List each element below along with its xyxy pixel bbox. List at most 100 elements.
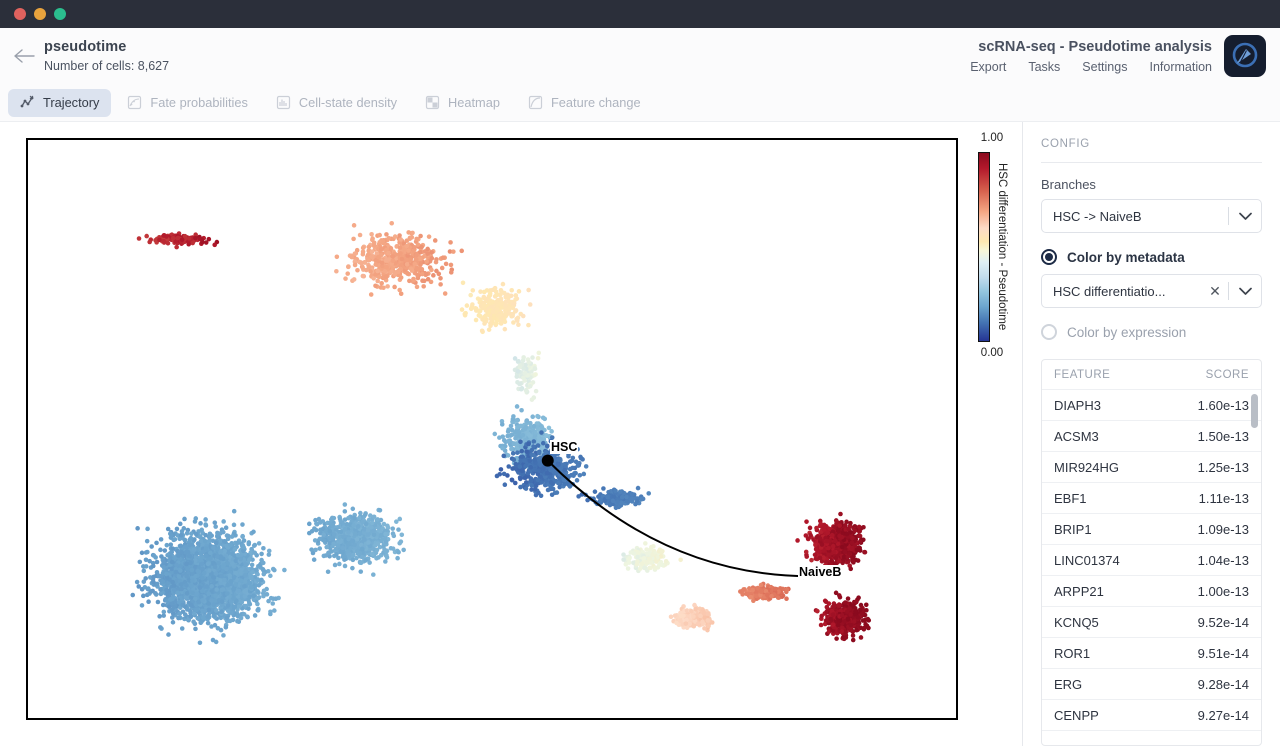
feature-score: 1.60e-13 — [1198, 398, 1249, 413]
scatter-canvas — [28, 140, 956, 720]
tab-feature-change-label: Feature change — [551, 95, 641, 110]
colorbar-max-label: 1.00 — [970, 132, 1014, 144]
tab-trajectory-label: Trajectory — [43, 95, 99, 110]
header-nav: Export Tasks Settings Information — [970, 60, 1212, 74]
table-row[interactable]: BRIP11.09e-13 — [1042, 514, 1261, 545]
feature-name: LINC01374 — [1054, 553, 1198, 568]
plot-pane: HSC NaiveB 1.00 HSC differentiation - Ps… — [0, 122, 1022, 746]
feature-table-header: FEATURE SCORE — [1042, 360, 1261, 390]
feature-name: DIAPH3 — [1054, 398, 1198, 413]
feature-score: 1.25e-13 — [1198, 460, 1249, 475]
trajectory-plot[interactable]: HSC NaiveB — [26, 138, 958, 720]
app-header: pseudotime Number of cells: 8,627 scRNA-… — [0, 28, 1280, 84]
node-label-naiveb: NaiveB — [798, 565, 842, 579]
colorbar-gradient — [978, 152, 990, 342]
feature-name: ERG — [1054, 677, 1198, 692]
feature-name: MIR924HG — [1054, 460, 1198, 475]
window-minimize-button[interactable] — [34, 8, 46, 20]
feature-change-icon — [528, 95, 543, 110]
table-row[interactable]: DIAPH31.60e-13 — [1042, 390, 1261, 421]
feature-name: KCNQ5 — [1054, 615, 1198, 630]
table-row[interactable]: ROR19.51e-14 — [1042, 638, 1261, 669]
heatmap-icon — [425, 95, 440, 110]
column-header-feature: FEATURE — [1054, 369, 1206, 381]
metadata-select-value: HSC differentiatio... — [1053, 284, 1202, 299]
feature-score: 9.28e-14 — [1198, 677, 1249, 692]
feature-name: ROR1 — [1054, 646, 1198, 661]
branches-select-value: HSC -> NaiveB — [1053, 209, 1228, 224]
tab-trajectory[interactable]: Trajectory — [8, 89, 111, 117]
window-maximize-button[interactable] — [54, 8, 66, 20]
colorbar-axis-label: HSC differentiation - Pseudotime — [994, 152, 1010, 342]
feature-score: 1.11e-13 — [1199, 491, 1249, 506]
table-row[interactable]: KCNQ59.52e-14 — [1042, 607, 1261, 638]
table-row[interactable]: EBF11.11e-13 — [1042, 483, 1261, 514]
metadata-select[interactable]: HSC differentiatio... ✕ — [1041, 274, 1262, 308]
radio-color-by-metadata[interactable]: Color by metadata — [1041, 249, 1262, 265]
nav-item-settings[interactable]: Settings — [1082, 60, 1127, 74]
branches-select[interactable]: HSC -> NaiveB — [1041, 199, 1262, 233]
density-icon — [276, 95, 291, 110]
tab-cell-state-density[interactable]: Cell-state density — [264, 89, 409, 117]
trajectory-start-node — [542, 455, 554, 467]
swirl-logo-icon[interactable] — [1224, 35, 1266, 77]
feature-score: 1.50e-13 — [1198, 429, 1249, 444]
radio-color-by-expression[interactable]: Color by expression — [1041, 324, 1262, 340]
nav-item-tasks[interactable]: Tasks — [1028, 60, 1060, 74]
page-title: pseudotime — [44, 38, 169, 56]
table-row[interactable]: CENPP9.27e-14 — [1042, 700, 1261, 731]
feature-score: 1.04e-13 — [1198, 553, 1249, 568]
close-icon[interactable]: ✕ — [1202, 283, 1228, 300]
feature-name: BRIP1 — [1054, 522, 1198, 537]
cell-count-subtitle: Number of cells: 8,627 — [44, 57, 169, 75]
header-right-text: scRNA-seq - Pseudotime analysis Export T… — [970, 38, 1212, 74]
window-titlebar — [0, 0, 1280, 28]
window-close-button[interactable] — [14, 8, 26, 20]
radio-color-by-expression-label: Color by expression — [1067, 325, 1186, 340]
feature-name: ACSM3 — [1054, 429, 1198, 444]
feature-score: 9.51e-14 — [1198, 646, 1249, 661]
feature-table-body[interactable]: DIAPH31.60e-13ACSM31.50e-13MIR924HG1.25e… — [1042, 390, 1261, 745]
colorbar: 1.00 HSC differentiation - Pseudotime 0.… — [968, 132, 1022, 377]
feature-name: ARPP21 — [1054, 584, 1198, 599]
tab-fate-probabilities[interactable]: Fate probabilities — [115, 89, 259, 117]
table-row[interactable]: ERG9.28e-14 — [1042, 669, 1261, 700]
title-block: pseudotime Number of cells: 8,627 — [44, 38, 169, 75]
radio-metadata-indicator — [1041, 249, 1057, 265]
tab-cell-state-density-label: Cell-state density — [299, 95, 397, 110]
table-row[interactable]: MIR924HG1.25e-13 — [1042, 452, 1261, 483]
tab-feature-change[interactable]: Feature change — [516, 89, 653, 117]
nav-item-information[interactable]: Information — [1149, 60, 1212, 74]
feature-score: 9.52e-14 — [1198, 615, 1249, 630]
chevron-down-icon[interactable] — [1229, 212, 1261, 221]
radio-expression-indicator — [1041, 324, 1057, 340]
config-panel: CONFIG Branches HSC -> NaiveB Color by m… — [1022, 122, 1280, 746]
chevron-down-icon[interactable] — [1229, 287, 1261, 296]
table-row[interactable]: ARPP211.00e-13 — [1042, 576, 1261, 607]
tab-bar: Trajectory Fate probabilities Cell-state… — [0, 84, 1280, 122]
radio-color-by-metadata-label: Color by metadata — [1067, 250, 1185, 265]
tab-fate-probabilities-label: Fate probabilities — [150, 95, 247, 110]
feature-score-table[interactable]: FEATURE SCORE DIAPH31.60e-13ACSM31.50e-1… — [1041, 359, 1262, 746]
colorbar-min-label: 0.00 — [970, 347, 1014, 359]
header-right-group: scRNA-seq - Pseudotime analysis Export T… — [970, 35, 1266, 77]
config-divider — [1041, 162, 1262, 163]
feature-name: EBF1 — [1054, 491, 1199, 506]
branches-label: Branches — [1041, 177, 1262, 192]
node-label-hsc: HSC — [550, 440, 578, 454]
table-row[interactable]: ACSM31.50e-13 — [1042, 421, 1261, 452]
table-row[interactable]: LINC013741.04e-13 — [1042, 545, 1261, 576]
tab-heatmap[interactable]: Heatmap — [413, 89, 512, 117]
trajectory-icon — [20, 95, 35, 110]
app-title: scRNA-seq - Pseudotime analysis — [970, 38, 1212, 57]
nav-item-export[interactable]: Export — [970, 60, 1006, 74]
config-heading: CONFIG — [1041, 138, 1262, 150]
fate-icon — [127, 95, 142, 110]
feature-name: CENPP — [1054, 708, 1198, 723]
feature-score: 1.09e-13 — [1198, 522, 1249, 537]
column-header-score: SCORE — [1206, 369, 1249, 381]
feature-table-scroll-thumb[interactable] — [1251, 394, 1258, 428]
content-area: HSC NaiveB 1.00 HSC differentiation - Ps… — [0, 122, 1280, 746]
feature-table-scrollbar[interactable] — [1251, 394, 1258, 741]
back-arrow-icon[interactable] — [8, 40, 40, 72]
